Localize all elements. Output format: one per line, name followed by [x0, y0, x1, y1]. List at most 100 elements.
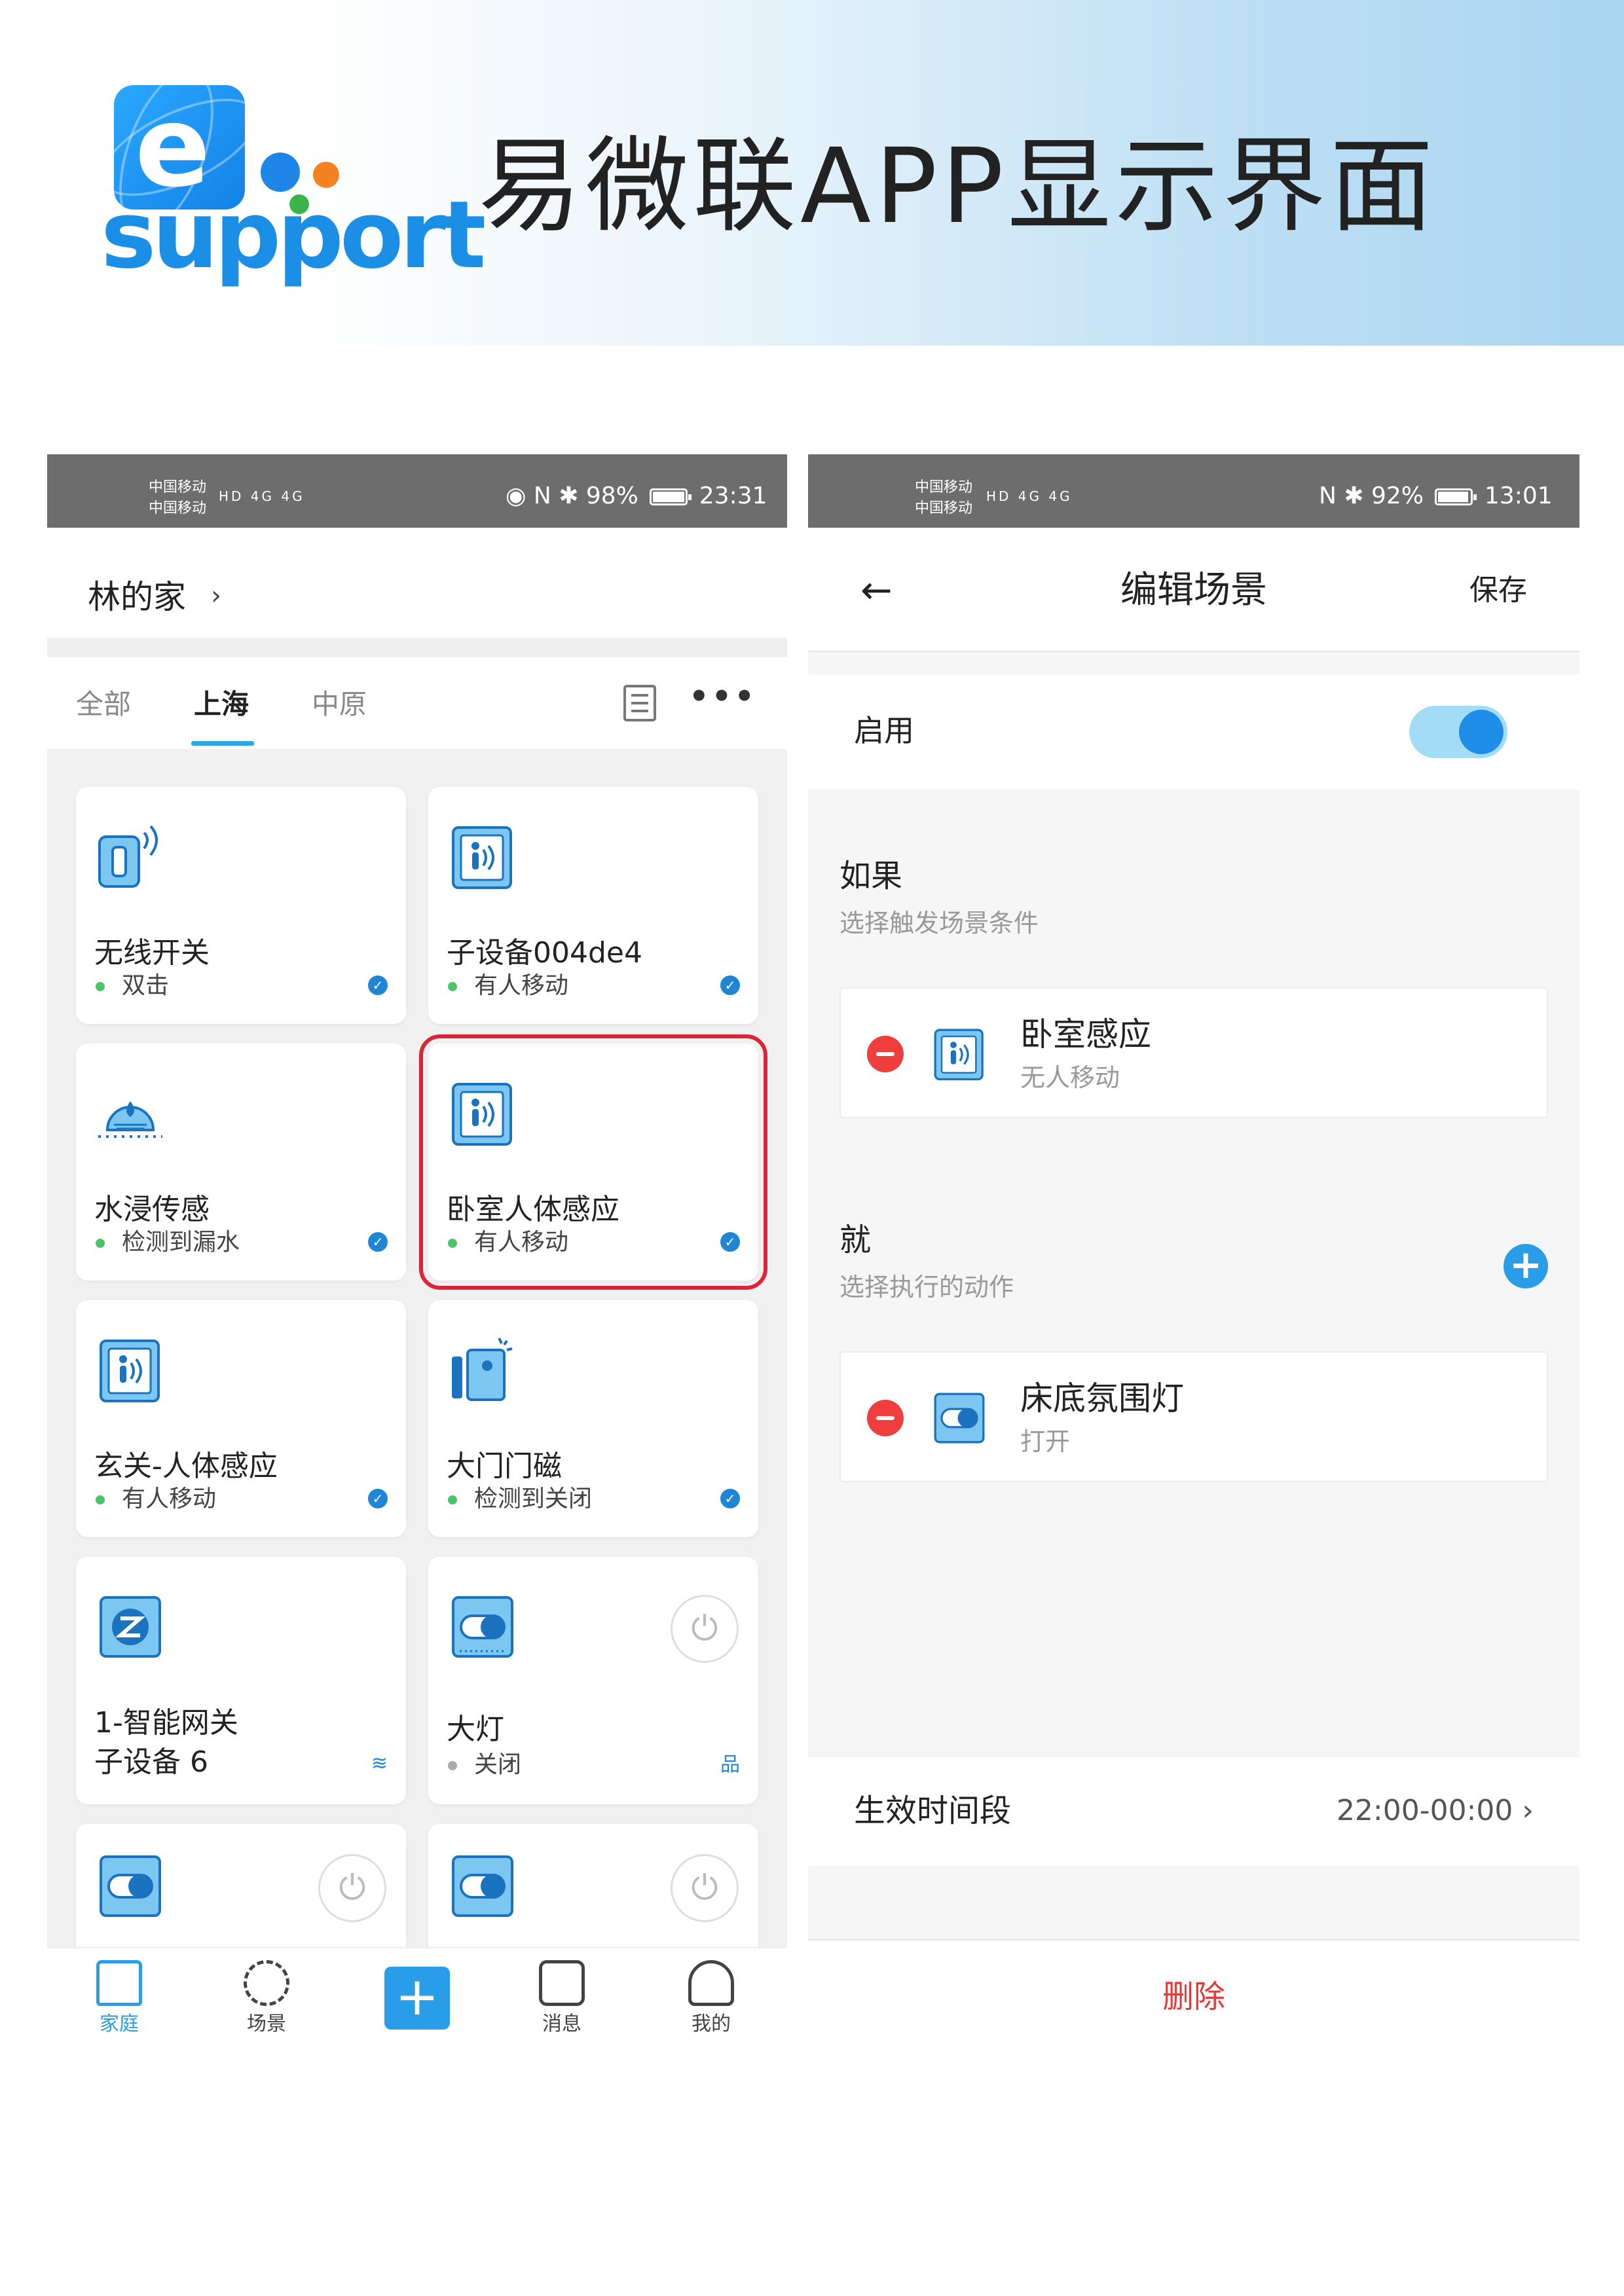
network-icon: 品	[720, 1753, 740, 1776]
time-range-value: 22:00-00:00 ›	[1336, 1794, 1534, 1827]
subdevice-count: 子设备 6	[94, 1745, 208, 1779]
device-card-entrance-motion[interactable]: 玄关-人体感应 有人移动 ✓	[76, 1300, 406, 1537]
list-view-icon[interactable]	[623, 685, 656, 721]
battery-percent: 92%	[1371, 483, 1424, 509]
status-dot	[448, 982, 457, 991]
nav-scene[interactable]: 场景	[221, 1960, 312, 2039]
edit-badge-icon: ✓	[368, 975, 388, 995]
remove-action-button[interactable]	[867, 1400, 904, 1436]
nav-home[interactable]: 家庭	[73, 1960, 165, 2039]
then-section-title: 就	[840, 1222, 872, 1258]
home-selector[interactable]: 林的家	[88, 574, 186, 620]
nav-label: 场景	[247, 2013, 286, 2035]
device-state: 双击	[122, 972, 170, 999]
device-card-water-leak[interactable]: 水浸传感 检测到漏水 ✓	[76, 1044, 406, 1281]
power-button[interactable]: ⏻	[318, 1854, 386, 1922]
then-section-subtitle: 选择执行的动作	[840, 1273, 1014, 1302]
condition-name: 卧室感应	[1020, 1015, 1151, 1053]
power-button[interactable]: ⏻	[671, 1854, 739, 1922]
water-leak-icon	[98, 1101, 162, 1138]
home-icon	[96, 1960, 142, 2006]
wifi-icon: ≋	[371, 1752, 388, 1775]
home-screen: 中国移动 中国移动 HD 4G 4G ◉ N ✱ 98% 23:31 林的家 ›…	[47, 454, 787, 2052]
user-icon	[688, 1960, 734, 2006]
device-card-subdevice[interactable]: 子设备004de4 有人移动 ✓	[428, 787, 758, 1024]
switch-icon	[452, 1855, 513, 1917]
device-state: 关闭	[474, 1751, 522, 1778]
battery-icon	[1435, 488, 1477, 505]
wireless-switch-icon	[98, 825, 158, 888]
door-sensor-icon	[452, 1338, 513, 1401]
carrier-2: 中国移动	[915, 500, 973, 517]
nav-label: 家庭	[100, 2013, 139, 2035]
status-icons: N ✱	[1319, 483, 1364, 509]
clock: 23:31	[699, 483, 767, 509]
tab-indicator	[191, 741, 254, 746]
nav-profile[interactable]: 我的	[665, 1960, 757, 2039]
time-range-row[interactable]: 生效时间段 22:00-00:00 ›	[808, 1757, 1579, 1866]
nav-label: 消息	[542, 2013, 581, 2035]
status-dot	[96, 982, 105, 991]
more-icon[interactable]: •••	[689, 677, 757, 716]
app-bar: ← 编辑场景 保存	[808, 528, 1579, 652]
motion-sensor-icon	[452, 1083, 512, 1146]
device-card-bedroom-motion[interactable]: 卧室人体感应 有人移动 ✓	[419, 1034, 767, 1290]
carrier-1: 中国移动	[149, 479, 207, 496]
edit-scene-screen: 中国移动 中国移动 HD 4G 4G N ✱ 92% 13:01 ← 编辑场景 …	[808, 454, 1579, 2052]
tab-shanghai[interactable]: 上海	[194, 685, 249, 724]
add-action-button[interactable]: +	[1504, 1244, 1548, 1288]
status-bar: 中国移动 中国移动 HD 4G 4G N ✱ 92% 13:01	[808, 454, 1579, 528]
status-dot	[448, 1495, 457, 1504]
if-section-subtitle: 选择触发场景条件	[840, 909, 1039, 938]
switch-icon	[934, 1393, 985, 1444]
edit-badge-icon: ✓	[720, 1489, 740, 1508]
status-dot	[448, 1239, 457, 1248]
motion-sensor-icon	[452, 826, 512, 889]
add-device-button[interactable]: +	[384, 1967, 450, 2030]
status-dot	[96, 1239, 105, 1248]
esupport-logo: e support	[98, 82, 486, 298]
device-card-gateway[interactable]: 1-智能网关 子设备 6 ≋	[76, 1557, 406, 1804]
motion-sensor-icon	[100, 1339, 160, 1402]
condition-state: 无人移动	[1020, 1063, 1120, 1092]
enable-label: 启用	[854, 713, 914, 748]
divider	[47, 638, 787, 657]
clock: 13:01	[1484, 483, 1553, 509]
save-button[interactable]: 保存	[1469, 571, 1527, 610]
tab-all[interactable]: 全部	[76, 685, 131, 724]
device-name: 水浸传感	[94, 1193, 210, 1226]
message-icon	[539, 1960, 585, 2006]
enable-toggle[interactable]	[1409, 706, 1507, 758]
edit-badge-icon: ✓	[368, 1232, 388, 1252]
device-card-main-light[interactable]: ⏻ 大灯 关闭 品	[428, 1557, 758, 1804]
action-card[interactable]: 床底氛围灯 打开	[840, 1351, 1548, 1482]
scene-icon	[244, 1960, 289, 2006]
nav-label: 我的	[692, 2013, 731, 2035]
device-name: 卧室人体感应	[447, 1193, 619, 1226]
status-dot	[96, 1495, 105, 1504]
condition-card[interactable]: 卧室感应 无人移动	[840, 987, 1548, 1118]
time-range-label: 生效时间段	[854, 1793, 1012, 1829]
switch-icon	[100, 1855, 161, 1917]
battery-percent: 98%	[585, 483, 638, 509]
logo-text: support	[101, 181, 486, 289]
switch-icon	[452, 1596, 513, 1658]
power-button[interactable]: ⏻	[671, 1595, 739, 1663]
device-card-door-sensor[interactable]: 大门门磁 检测到关闭 ✓	[428, 1300, 758, 1537]
signal-icons: HD 4G 4G	[219, 488, 305, 504]
device-name: 玄关-人体感应	[94, 1449, 278, 1483]
screen-title: 编辑场景	[1120, 569, 1267, 611]
device-name: 无线开关	[94, 936, 210, 970]
delete-button[interactable]: 删除	[808, 1976, 1579, 2018]
carrier-2: 中国移动	[149, 500, 207, 517]
edit-badge-icon: ✓	[720, 975, 740, 995]
chevron-right-icon[interactable]: ›	[211, 576, 221, 615]
device-card-wireless-switch[interactable]: 无线开关 双击 ✓	[76, 787, 406, 1024]
status-bar: 中国移动 中国移动 HD 4G 4G ◉ N ✱ 98% 23:31	[47, 454, 787, 528]
tab-zhongyuan[interactable]: 中原	[312, 685, 367, 724]
signal-icons: HD 4G 4G	[986, 488, 1073, 504]
nav-messages[interactable]: 消息	[516, 1960, 608, 2039]
edit-badge-icon: ✓	[720, 1232, 740, 1252]
device-state: 检测到关闭	[474, 1485, 593, 1512]
remove-condition-button[interactable]	[867, 1036, 904, 1072]
